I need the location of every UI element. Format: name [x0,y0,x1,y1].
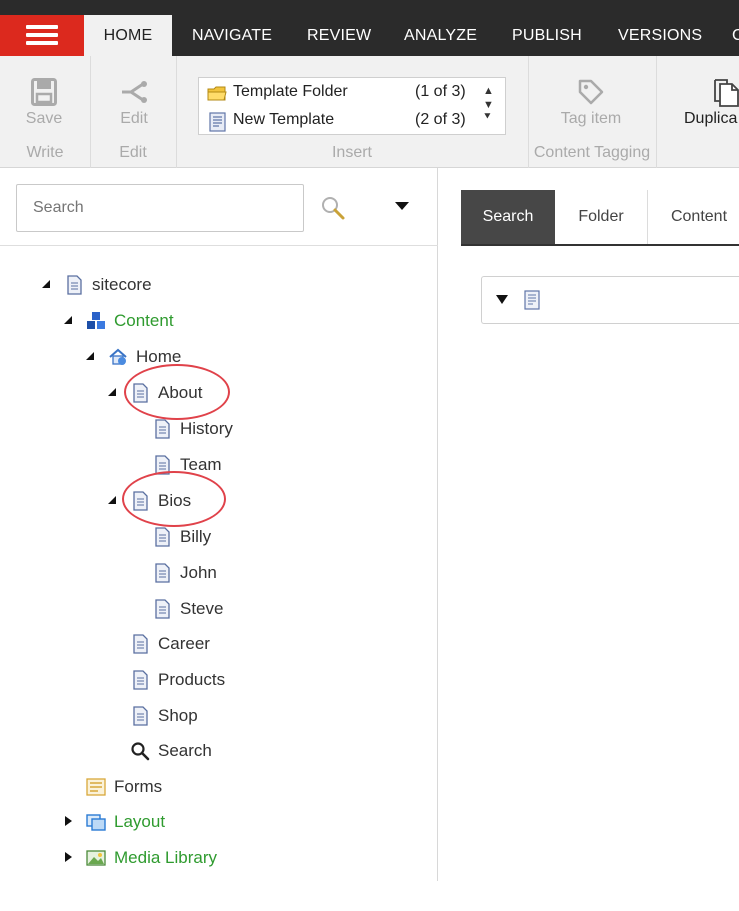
tab-home[interactable]: HOME [84,15,172,56]
cubes-icon [87,312,105,329]
hamburger-menu-button[interactable] [0,15,84,56]
insert-scroll-arrows[interactable]: ▲ ▼ ⯆ [483,84,497,124]
tree-node-label: History [180,419,233,438]
tree-node-label: John [180,563,217,582]
insert-options-list: Template Folder (1 of 3) New Template (2… [198,77,506,135]
page-icon [133,670,148,690]
insert-group-label: Insert [331,144,372,161]
tree-node-label: Career [158,634,210,653]
folder-icon [207,86,227,101]
template-icon [209,112,226,132]
tab-folder[interactable]: Folder [555,190,647,244]
tag-icon [578,79,604,105]
scroll-up-icon[interactable]: ▲ [483,84,497,98]
ribbon: Save Write Edit Edit Template Folder (1 … [0,56,739,168]
tree-node-label: Forms [114,777,163,796]
ribbon-divider [656,56,657,168]
tab-content[interactable]: Content [647,190,739,244]
expanded-arrow-icon[interactable] [40,278,52,290]
content-tree-panel: sitecore Content Home About History Tea [0,168,438,881]
hamburger-icon [26,25,58,29]
save-button[interactable]: Save [18,78,70,128]
expand-icon[interactable]: ⯆ [483,110,497,124]
home-icon [109,348,127,365]
tree-search-input[interactable] [16,184,304,232]
tab-review[interactable]: REVIEW [307,15,371,56]
media-icon [86,850,106,866]
search-icon[interactable] [320,195,346,221]
template-icon [524,290,540,310]
write-group-label: Write [26,144,64,161]
tab-publish[interactable]: PUBLISH [512,15,582,56]
duplicate-label: Duplica [684,110,738,127]
collapsed-arrow-icon[interactable] [62,851,74,863]
tree-node-label: Content [114,311,174,330]
insert-option-count: (2 of 3) [415,111,466,128]
edit-label: Edit [120,110,148,127]
tab-configure-truncated[interactable]: C [732,15,739,56]
tag-item-button[interactable]: Tag item [548,78,634,128]
collapsed-arrow-icon[interactable] [62,815,74,827]
editor-panel: Search Folder Content [439,168,739,881]
page-icon [133,634,148,654]
page-icon [155,563,170,583]
expanded-arrow-icon[interactable] [62,314,74,326]
edit-button[interactable]: Edit [108,78,160,128]
page-icon [67,275,82,295]
page-icon [155,527,170,547]
edit-group-label: Edit [119,144,147,161]
save-icon [31,78,57,106]
tab-navigate[interactable]: NAVIGATE [192,15,272,56]
highlight-circle-about [124,364,230,420]
edit-icon [122,81,147,103]
tree-node-label: Billy [180,527,212,546]
insert-option-name: New Template [233,111,335,128]
top-menu-bar: HOME NAVIGATE REVIEW ANALYZE PUBLISH VER… [0,0,739,56]
page-icon [155,419,170,439]
expanded-arrow-icon[interactable] [106,494,118,506]
tree-node-label: Search [158,741,212,760]
tab-search[interactable]: Search [461,190,555,244]
search-criteria-box[interactable] [481,276,739,324]
tree-node-label: Products [158,670,226,689]
expand-criteria-icon[interactable] [496,295,508,304]
magnifier-icon [131,742,150,761]
hamburger-icon-line [26,41,58,45]
tree-node-label: Media Library [114,848,217,867]
search-options-dropdown-icon[interactable] [395,202,409,210]
insert-option-count: (1 of 3) [415,83,466,100]
page-icon [155,599,170,619]
tree-node-label: sitecore [92,275,152,294]
tab-versions[interactable]: VERSIONS [618,15,702,56]
content-tagging-group-label: Content Tagging [533,144,651,161]
expanded-arrow-icon[interactable] [84,350,96,362]
panel-divider [0,245,438,246]
editor-tabs: Search Folder Content [461,190,739,246]
duplicate-icon [714,79,739,107]
tag-item-label: Tag item [560,110,622,127]
hamburger-icon-line [26,33,58,37]
duplicate-button[interactable]: Duplica [676,78,739,128]
expanded-arrow-icon[interactable] [106,386,118,398]
forms-icon [86,778,106,796]
tab-analyze[interactable]: ANALYZE [404,15,477,56]
highlight-circle-bios [122,471,226,527]
tree-node-label: Steve [180,599,224,618]
insert-option-name: Template Folder [233,83,348,100]
tree-node-label: Layout [114,812,166,831]
tree-node-label: Shop [158,706,198,725]
layout-icon [86,814,106,831]
page-icon [133,706,148,726]
save-label: Save [25,110,63,127]
